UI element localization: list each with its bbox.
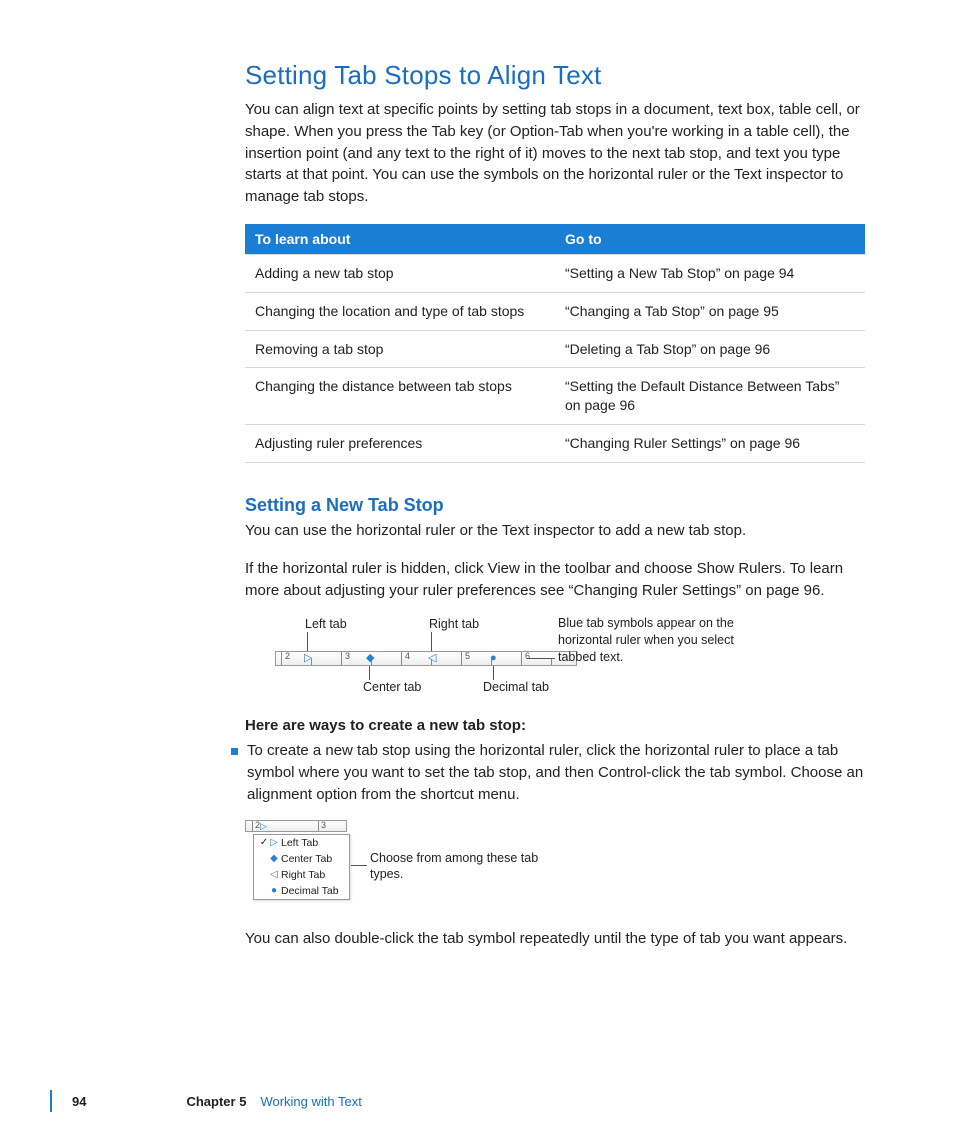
ruler-label-center: Center tab (363, 680, 421, 694)
menu-item-label: Decimal Tab (279, 885, 339, 897)
menu-item-label: Center Tab (279, 853, 332, 865)
callout-line (369, 665, 370, 680)
table-header-right: Go to (555, 224, 865, 255)
list-item: To create a new tab stop using the horiz… (231, 740, 865, 805)
subheading: Setting a New Tab Stop (245, 495, 865, 516)
reference-table: To learn about Go to Adding a new tab st… (245, 224, 865, 463)
chapter-label: Chapter 5 (186, 1094, 246, 1109)
ruler-label-decimal: Decimal tab (483, 680, 549, 694)
table-row: Adjusting ruler preferences“Changing Rul… (245, 425, 865, 463)
center-tab-icon: ◆ (269, 853, 279, 864)
menu-item[interactable]: ● Decimal Tab (254, 883, 349, 899)
decimal-tab-icon: ● (490, 653, 497, 664)
menu-item-label: Left Tab (279, 837, 318, 849)
body-paragraph: If the horizontal ruler is hidden, click… (245, 558, 865, 602)
center-tab-icon: ◆ (366, 653, 374, 664)
context-menu-figure: 2 3 ▷ ✓ ▷ Left Tab ◆ Center Tab ◁ Right … (245, 820, 865, 910)
page-heading: Setting Tab Stops to Align Text (245, 60, 865, 91)
callout-line (351, 865, 367, 866)
left-tab-icon: ▷ (260, 821, 267, 832)
list-item-text: To create a new tab stop using the horiz… (247, 740, 865, 805)
menu-item[interactable]: ✓ ▷ Left Tab (254, 835, 349, 851)
mini-ruler: 2 3 ▷ (245, 820, 347, 832)
page-footer: 94 Chapter 5 Working with Text (50, 1090, 932, 1112)
callout-line (307, 632, 308, 652)
table-row: Removing a tab stop“Deleting a Tab Stop”… (245, 330, 865, 368)
body-paragraph: You can also double-click the tab symbol… (245, 928, 865, 950)
ruler-label-left: Left tab (305, 617, 347, 631)
decimal-tab-icon: ● (269, 885, 279, 896)
ways-heading: Here are ways to create a new tab stop: (245, 717, 865, 734)
left-tab-icon: ▷ (304, 653, 312, 664)
menu-caption: Choose from among these tab types. (370, 850, 550, 884)
intro-paragraph: You can align text at specific points by… (245, 99, 865, 208)
right-tab-icon: ◁ (428, 653, 436, 664)
callout-line (493, 665, 494, 680)
callout-line (527, 658, 555, 659)
tab-type-menu: ✓ ▷ Left Tab ◆ Center Tab ◁ Right Tab ● … (253, 834, 350, 900)
table-row: Changing the distance between tab stops“… (245, 368, 865, 425)
menu-item-label: Right Tab (279, 869, 325, 881)
left-tab-icon: ▷ (269, 837, 279, 848)
right-tab-icon: ◁ (269, 869, 279, 880)
menu-item[interactable]: ◆ Center Tab (254, 851, 349, 867)
bullet-icon (231, 748, 238, 755)
body-paragraph: You can use the horizontal ruler or the … (245, 520, 865, 542)
table-row: Adding a new tab stop“Setting a New Tab … (245, 254, 865, 292)
callout-line (431, 632, 432, 652)
table-row: Changing the location and type of tab st… (245, 292, 865, 330)
table-header-left: To learn about (245, 224, 555, 255)
ruler-caption: Blue tab symbols appear on the horizonta… (558, 615, 758, 666)
checkmark-icon: ✓ (259, 837, 269, 848)
page-number: 94 (72, 1094, 86, 1109)
ruler-figure: Left tab Right tab Center tab Decimal ta… (265, 617, 865, 697)
menu-item[interactable]: ◁ Right Tab (254, 867, 349, 883)
chapter-title: Working with Text (260, 1094, 361, 1109)
ruler-label-right: Right tab (429, 617, 479, 631)
